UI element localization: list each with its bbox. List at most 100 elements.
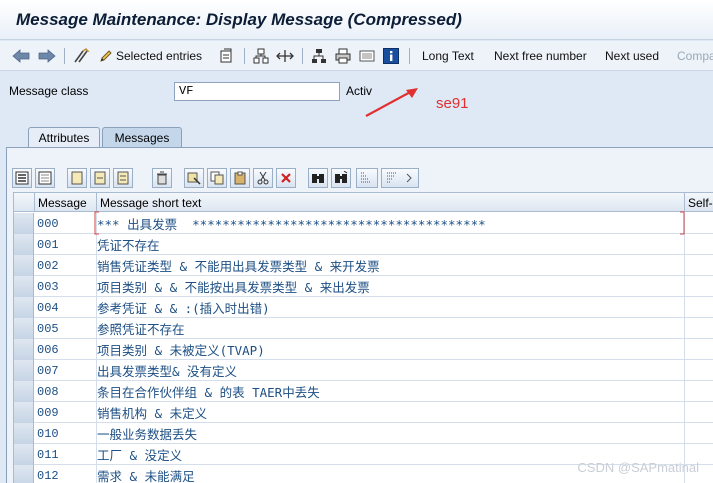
message-number-cell[interactable]: 002 [35,255,97,276]
info-icon[interactable] [380,45,402,67]
table-row[interactable]: 010 一般业务数据丢失 [14,423,713,444]
window-title: Message Maintenance: Display Message (Co… [16,10,462,29]
deselect-all-icon[interactable] [35,168,55,188]
row-selector[interactable] [14,213,34,234]
self-explanatory-cell[interactable] [685,297,713,318]
row-selector[interactable] [14,318,34,339]
message-number-cell[interactable]: 011 [35,444,97,465]
table-row[interactable]: 006 项目类别 & 未被定义(TVAP) [14,339,713,360]
message-text-cell[interactable]: 销售机构 & 未定义 [97,402,685,423]
next-free-number-button[interactable]: Next free number [492,45,589,67]
table-row[interactable]: 001 凭证不存在 [14,234,713,255]
message-text-cell[interactable]: 项目类别 & 未被定义(TVAP) [97,339,685,360]
message-number-cell[interactable]: 000 [35,213,97,234]
row-selector[interactable] [14,360,34,381]
sort-descending-icon[interactable] [381,168,419,188]
insert-row-icon[interactable] [113,168,133,188]
paste-icon[interactable] [230,168,250,188]
row-selector[interactable] [14,234,34,255]
table-row[interactable]: 005 参照凭证不存在 [14,318,713,339]
message-number-cell[interactable]: 006 [35,339,97,360]
table-row[interactable]: 000 *** 出具发票 ****************************… [14,213,713,234]
row-selector[interactable] [14,423,34,444]
self-explanatory-cell[interactable] [685,360,713,381]
org-structure-icon[interactable] [308,45,330,67]
tab-strip: Attributes Messages [0,127,713,147]
message-number-cell[interactable]: 005 [35,318,97,339]
forward-arrow-icon[interactable] [36,45,58,67]
self-explanatory-cell[interactable] [685,339,713,360]
message-number-cell[interactable]: 004 [35,297,97,318]
next-used-button[interactable]: Next used [603,45,661,67]
pencil-icon [100,50,112,62]
table-row[interactable]: 004 参考凭证 & & :(插入时出错) [14,297,713,318]
row-selector[interactable] [14,297,34,318]
self-explanatory-cell[interactable] [685,213,713,234]
sort-ascending-icon[interactable] [356,168,378,188]
message-number-cell[interactable]: 009 [35,402,97,423]
message-text-cell[interactable]: 项目类别 & & 不能按出具发票类型 & 来出发票 [97,276,685,297]
hierarchy-icon[interactable] [250,45,272,67]
select-all-icon[interactable] [12,168,32,188]
table-row[interactable]: 002 销售凭证类型 & 不能用出具发票类型 & 来开发票 [14,255,713,276]
table-row[interactable]: 008 条目在合作伙伴组 & 的表 TAER中丢失 [14,381,713,402]
message-number-cell[interactable]: 003 [35,276,97,297]
message-text-cell[interactable]: 参照凭证不存在 [97,318,685,339]
self-explanatory-cell[interactable] [685,381,713,402]
message-text-cell[interactable]: 参考凭证 & & :(插入时出错) [97,297,685,318]
cancel-icon[interactable] [276,168,296,188]
message-text-cell[interactable]: 凭证不存在 [97,234,685,255]
message-text-cell[interactable]: *** 出具发票 *******************************… [97,213,685,234]
long-text-button[interactable]: Long Text [420,45,476,67]
selected-entries-button[interactable]: Selected entries [97,45,204,67]
message-number-cell[interactable]: 008 [35,381,97,402]
compare-button[interactable]: Compa [675,45,713,67]
message-text-cell[interactable]: 条目在合作伙伴组 & 的表 TAER中丢失 [97,381,685,402]
navigate-icon[interactable] [274,45,296,67]
table-row[interactable]: 007 出具发票类型& 没有定义 [14,360,713,381]
back-arrow-icon[interactable] [10,45,32,67]
message-class-label: Message class [9,84,89,98]
row-selector[interactable] [14,381,34,402]
row-selector[interactable] [14,402,34,423]
cursor-bracket-right-icon [680,211,685,235]
table-row[interactable]: 003 项目类别 & & 不能按出具发票类型 & 来出发票 [14,276,713,297]
message-class-field[interactable]: VF [174,82,340,101]
tab-attributes[interactable]: Attributes [28,127,100,147]
self-explanatory-cell[interactable] [685,423,713,444]
column-header-short-text[interactable]: Message short text [97,193,685,212]
append-row-icon[interactable] [90,168,110,188]
printer-icon[interactable] [332,45,354,67]
copy-icon[interactable] [207,168,227,188]
scissors-icon[interactable] [253,168,273,188]
message-text-cell[interactable]: 一般业务数据丢失 [97,423,685,444]
tab-messages[interactable]: Messages [102,127,182,147]
column-header-message[interactable]: Message [35,193,97,212]
row-selector[interactable] [14,276,34,297]
row-selector[interactable] [14,465,34,483]
screen-icon[interactable] [356,45,378,67]
find-next-icon[interactable] [331,168,351,188]
message-text-cell[interactable]: 出具发票类型& 没有定义 [97,360,685,381]
self-explanatory-cell[interactable] [685,255,713,276]
self-explanatory-cell[interactable] [685,318,713,339]
self-explanatory-cell[interactable] [685,276,713,297]
row-selector[interactable] [14,339,34,360]
where-used-icon[interactable] [216,45,238,67]
self-explanatory-cell[interactable] [685,402,713,423]
display-change-icon[interactable] [71,45,93,67]
column-header-self-explanatory[interactable]: Self-e [685,193,713,212]
self-explanatory-cell[interactable] [685,234,713,255]
cut-select-icon[interactable] [184,168,204,188]
details-icon[interactable] [67,168,87,188]
table-row[interactable]: 009 销售机构 & 未定义 [14,402,713,423]
find-icon[interactable] [308,168,328,188]
message-number-cell[interactable]: 012 [35,465,97,483]
row-selector[interactable] [14,444,34,465]
message-text-cell[interactable]: 销售凭证类型 & 不能用出具发票类型 & 来开发票 [97,255,685,276]
message-number-cell[interactable]: 010 [35,423,97,444]
row-selector[interactable] [14,255,34,276]
message-number-cell[interactable]: 007 [35,360,97,381]
delete-row-icon[interactable] [152,168,172,188]
message-number-cell[interactable]: 001 [35,234,97,255]
